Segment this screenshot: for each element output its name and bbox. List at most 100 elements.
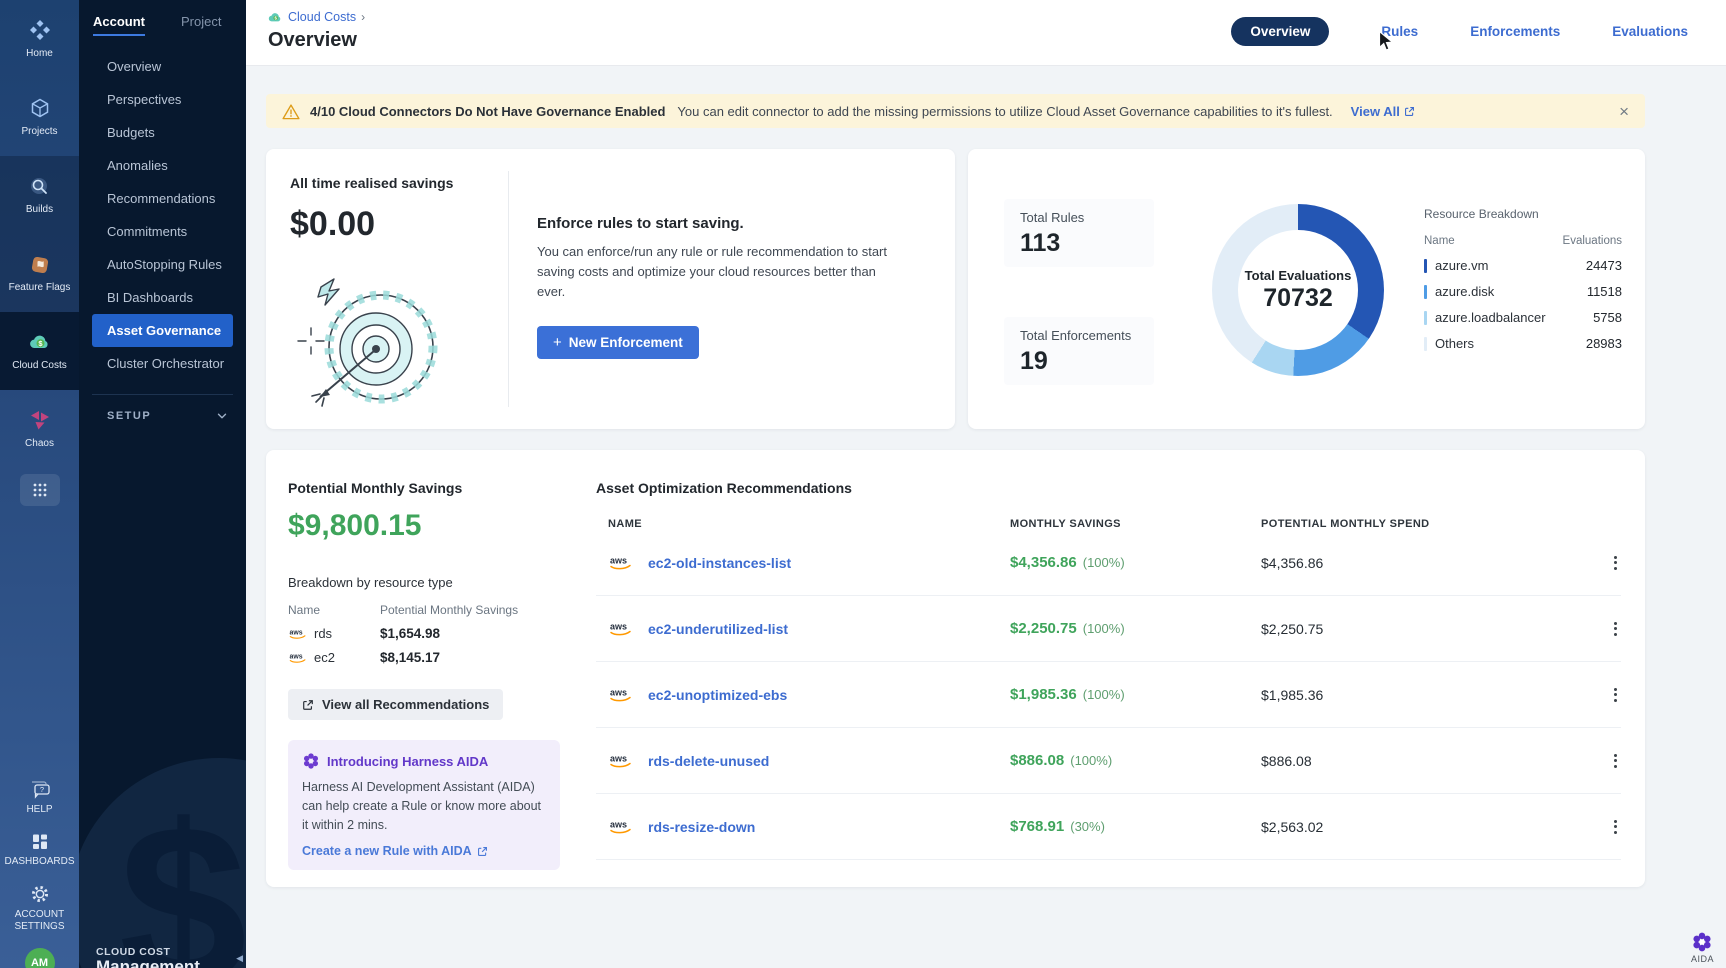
row-menu-icon[interactable]: [1610, 750, 1621, 772]
page-header: $ Cloud Costs › Overview Overview Rules …: [246, 0, 1726, 66]
savings-percent: (100%): [1083, 621, 1125, 636]
rail-item-projects[interactable]: Projects: [0, 78, 79, 156]
aida-floating-button[interactable]: AIDA: [1691, 931, 1714, 964]
recommendation-link[interactable]: aws ec2-unoptimized-ebs: [608, 686, 1010, 703]
recommendations-header: NAME MONTHLY SAVINGS POTENTIAL MONTHLY S…: [596, 518, 1621, 530]
resource-breakdown-legend: Resource Breakdown Name Evaluations azur…: [1424, 207, 1622, 351]
table-row: aws ec2-unoptimized-ebs $1,985.36(100%) …: [596, 662, 1621, 728]
recommendation-link[interactable]: aws rds-resize-down: [608, 818, 1010, 835]
rail-item-builds[interactable]: Builds: [0, 156, 79, 234]
breadcrumb: $ Cloud Costs ›: [268, 10, 365, 24]
savings-percent: (30%): [1070, 819, 1105, 834]
rail-item-label: Feature Flags: [7, 282, 73, 294]
rail-item-home[interactable]: Home: [0, 0, 79, 78]
module-grid-button[interactable]: [20, 474, 60, 506]
monthly-spend-cell: $2,250.75: [1261, 621, 1593, 637]
recommendation-link[interactable]: aws rds-delete-unused: [608, 752, 1010, 769]
savings-value: $1,985.36: [1010, 686, 1077, 703]
aws-icon: aws: [288, 651, 308, 664]
rail-bottom-group: ? HELP DASHBOARDS ACCOUNT SETTINGS AM: [0, 780, 79, 968]
potential-savings-title: Potential Monthly Savings: [288, 480, 574, 496]
governance-warning-banner: 4/10 Cloud Connectors Do Not Have Govern…: [266, 94, 1645, 128]
plus-icon: +: [553, 334, 562, 351]
create-rule-with-aida-link[interactable]: Create a new Rule with AIDA: [302, 844, 546, 858]
home-icon: [28, 19, 52, 43]
legend-value: 11518: [1587, 284, 1622, 299]
rail-item-feature-flags[interactable]: Feature Flags: [0, 234, 79, 312]
donut-total-value: 70732: [1263, 284, 1333, 313]
sidebar-scope-tabs: Account Project: [79, 0, 246, 46]
legend-chip-azure-disk: [1424, 285, 1427, 299]
sidebar-item-autostopping-rules[interactable]: AutoStopping Rules: [92, 248, 233, 281]
legend-name: Others: [1435, 336, 1474, 351]
sidebar-item-budgets[interactable]: Budgets: [92, 116, 233, 149]
tab-overview[interactable]: Overview: [1231, 17, 1329, 46]
recommendation-link[interactable]: aws ec2-underutilized-list: [608, 620, 1010, 637]
content-area: 4/10 Cloud Connectors Do Not Have Govern…: [246, 66, 1726, 887]
recommendation-link[interactable]: aws ec2-old-instances-list: [608, 554, 1010, 571]
banner-view-all-link[interactable]: View All: [1351, 104, 1415, 119]
aida-body: Harness AI Development Assistant (AIDA) …: [302, 778, 546, 834]
external-link-icon: [477, 846, 488, 857]
breakdown-row: aws rds $1,654.98: [288, 626, 560, 641]
resource-name: aws ec2: [288, 650, 380, 665]
banner-title: 4/10 Cloud Connectors Do Not Have Govern…: [310, 104, 665, 119]
sidebar-item-anomalies[interactable]: Anomalies: [92, 149, 233, 182]
savings-value: $768.91: [1010, 818, 1064, 835]
row-menu-icon[interactable]: [1610, 816, 1621, 838]
feature-flags-icon: [28, 253, 52, 277]
sidebar-setup-toggle[interactable]: SETUP: [92, 395, 233, 423]
rail-item-dashboards[interactable]: DASHBOARDS: [0, 832, 79, 868]
breadcrumb-cloud-costs[interactable]: Cloud Costs: [288, 10, 356, 24]
realised-savings-left: All time realised savings $0.00: [266, 149, 508, 429]
tab-rules[interactable]: Rules: [1381, 24, 1418, 39]
svg-text:aws: aws: [290, 653, 303, 660]
sidebar-collapse-icon[interactable]: ◀: [236, 953, 243, 964]
banner-close-icon[interactable]: ×: [1619, 103, 1629, 120]
rail-item-chaos[interactable]: Chaos: [0, 390, 79, 468]
total-enforcements-box: Total Enforcements 19: [1004, 317, 1154, 385]
rail-item-help[interactable]: ? HELP: [0, 780, 79, 816]
view-all-recommendations-button[interactable]: View all Recommendations: [288, 689, 503, 720]
sidebar-item-overview[interactable]: Overview: [92, 50, 233, 83]
recommendation-name: ec2-underutilized-list: [648, 621, 788, 637]
row-menu-icon[interactable]: [1610, 684, 1621, 706]
rail-item-cloud-costs[interactable]: $ Cloud Costs: [0, 312, 79, 390]
tab-enforcements[interactable]: Enforcements: [1470, 24, 1560, 39]
new-enforcement-button[interactable]: + New Enforcement: [537, 326, 699, 359]
tab-project[interactable]: Project: [181, 14, 221, 36]
sidebar-item-perspectives[interactable]: Perspectives: [92, 83, 233, 116]
user-avatar[interactable]: AM: [25, 948, 55, 968]
sidebar-item-commitments[interactable]: Commitments: [92, 215, 233, 248]
dashboards-icon: [30, 832, 50, 852]
legend-chip-others: [1424, 337, 1427, 351]
legend-name: azure.vm: [1435, 258, 1488, 273]
legend-col-evaluations: Evaluations: [1563, 235, 1622, 247]
sidebar-footer: CLOUD COST Management: [96, 946, 200, 968]
total-rules-box: Total Rules 113: [1004, 199, 1154, 267]
realised-savings-amount: $0.00: [290, 205, 508, 244]
savings-value: $886.08: [1010, 752, 1064, 769]
sidebar-item-recommendations[interactable]: Recommendations: [92, 182, 233, 215]
page-title: Overview: [268, 29, 357, 52]
svg-text:aws: aws: [610, 820, 627, 830]
resource-name-label: ec2: [314, 650, 335, 665]
monthly-spend-cell: $886.08: [1261, 753, 1593, 769]
row-menu-icon[interactable]: [1610, 618, 1621, 640]
create-rule-label: Create a new Rule with AIDA: [302, 844, 472, 858]
rail-item-account-settings[interactable]: ACCOUNT SETTINGS: [0, 883, 79, 932]
legend-value: 28983: [1586, 336, 1622, 351]
external-link-icon: [1404, 106, 1415, 117]
total-rules-value: 113: [1020, 229, 1154, 258]
sidebar-item-cluster-orchestrator[interactable]: Cluster Orchestrator: [92, 347, 233, 380]
tab-evaluations[interactable]: Evaluations: [1612, 24, 1688, 39]
aws-icon: aws: [608, 752, 634, 769]
row-menu-icon[interactable]: [1610, 552, 1621, 574]
tab-account[interactable]: Account: [93, 14, 145, 36]
legend-name: azure.disk: [1435, 284, 1494, 299]
governance-stats-card: Total Rules 113 Total Enforcements 19 To…: [968, 149, 1645, 429]
evaluations-donut: Total Evaluations 70732: [1212, 204, 1384, 376]
sidebar-item-asset-governance[interactable]: Asset Governance: [92, 314, 233, 347]
sidebar-item-bi-dashboards[interactable]: BI Dashboards: [92, 281, 233, 314]
legend-value: 5758: [1593, 310, 1622, 325]
